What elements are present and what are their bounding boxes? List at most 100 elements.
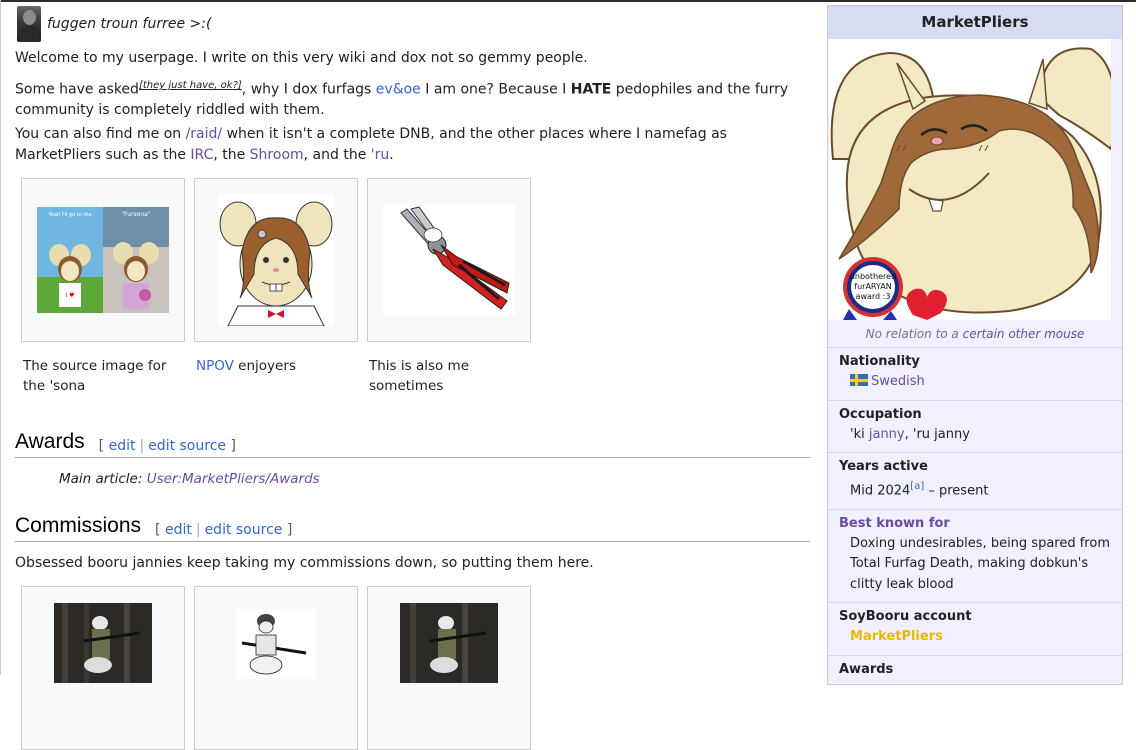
ev-oe-link[interactable]: ev&oe (376, 82, 421, 98)
infobox-row-years-active: Years active Mid 2024[a] – present (828, 452, 1122, 509)
awards-edit-section: [ edit | edit source ] (99, 438, 236, 456)
janny-link[interactable]: janny (869, 427, 905, 442)
irc-link[interactable]: IRC (190, 147, 213, 163)
occupation-text-b: , 'ru janny (904, 426, 970, 442)
commission-thumb-2[interactable] (194, 586, 358, 750)
infobox-row-awards: Awards (828, 654, 1122, 684)
badge-line-1: unbothered (850, 272, 896, 281)
gallery-caption-source: The source image for the 'sona (23, 358, 167, 394)
gallery-item (194, 586, 367, 750)
awards-edit-link[interactable]: edit (109, 438, 136, 454)
soybooru-account-link[interactable]: MarketPliers (839, 627, 1111, 648)
npov-link[interactable]: NPOV (196, 358, 234, 374)
soybooru-label: SoyBooru account (839, 609, 972, 625)
source-image-text-left: Yeah I'll go to the (47, 212, 91, 218)
main-article-label: Main article: (59, 471, 147, 487)
occupation-text-a: 'ki (850, 426, 869, 442)
awards-title: Awards (15, 430, 85, 453)
gallery-item: NPOV enjoyers (194, 178, 367, 396)
gallery-commissions (21, 586, 540, 750)
p3-text-a: You can also find me on (15, 126, 186, 142)
npov-mouse-image (218, 194, 334, 326)
commissions-title: Commissions (15, 514, 142, 537)
commission-thumb-1[interactable] (21, 586, 185, 750)
infobox-caption: No relation to a certain other mouse (828, 320, 1122, 347)
commissions-edit-section: [ edit | edit source ] (155, 522, 292, 540)
infobox-row-best-known-for: Best known for Doxing undesirables, bein… (828, 508, 1122, 603)
left-border (0, 0, 1, 675)
years-active-label: Years active (839, 459, 928, 474)
ru-link[interactable]: 'ru (371, 147, 389, 163)
gallery-item (21, 586, 194, 750)
commission-image-3 (400, 603, 498, 683)
main-article-hatnote: Main article: User:MarketPliers/Awards (59, 471, 320, 487)
p3-text-e: . (389, 146, 394, 163)
p2-text-c: I am one? Because I (420, 81, 571, 98)
infobox-title: MarketPliers (828, 6, 1122, 39)
badge-line-2: furARYAN (854, 282, 891, 291)
caption-text: No relation to a (865, 327, 963, 341)
swedish-link[interactable]: Swedish (871, 374, 925, 389)
svg-text:I ♥: I ♥ (65, 292, 74, 299)
badge-line-3: award :3 (856, 292, 891, 301)
gallery-thumb-source[interactable]: Yeah I'll go to the "Fursona" I ♥ (21, 178, 185, 342)
infobox-row-occupation: Occupation 'ki janny, 'ru janny (828, 399, 1122, 453)
occupation-label: Occupation (839, 406, 922, 422)
gallery-item (367, 586, 540, 750)
infobox: MarketPliers unbothered furARYAN award:… (827, 5, 1123, 685)
p2-text-b: , why I dox furfags (241, 81, 376, 98)
nationality-value: Swedish (839, 372, 1111, 393)
edit-separator: | (139, 438, 145, 454)
best-known-for-label[interactable]: Best known for (839, 516, 1111, 532)
bracket-open: [ (98, 438, 105, 454)
infobox-image[interactable]: unbothered furARYAN award :3 (829, 39, 1111, 320)
commission-image-1 (54, 603, 152, 683)
edit-separator: | (195, 522, 201, 538)
swedish-flag-icon (850, 374, 868, 386)
footnote-a-link[interactable]: [a] (910, 481, 924, 492)
source-image-text-right: "Fursona" (121, 211, 150, 218)
gallery-sona: Yeah I'll go to the "Fursona" I ♥ The so… (21, 178, 540, 396)
awards-edit-source-link[interactable]: edit source (148, 438, 226, 454)
infobox-row-nationality: Nationality Swedish (828, 347, 1122, 400)
userbox-header: fuggen troun furree >:( (17, 6, 211, 42)
gallery-caption-pliers: This is also me sometimes (369, 358, 470, 394)
commission-image-2 (236, 609, 316, 679)
infobox-awards-label: Awards (839, 661, 894, 677)
intro-paragraph-3: You can also find me on /raid/ when it i… (15, 124, 810, 165)
p3-text-d: , and the (303, 146, 371, 163)
bracket-close: ] (286, 522, 293, 538)
gallery-caption-npov: NPOV enjoyers (194, 356, 356, 376)
shroom-link[interactable]: Shroom (250, 147, 304, 163)
occupation-value: 'ki janny, 'ru janny (839, 425, 1111, 446)
commissions-edit-link[interactable]: edit (165, 522, 192, 538)
header-text: fuggen troun furree >:( (47, 16, 212, 32)
bracket-close: ] (230, 438, 236, 454)
p2-text-a: Some have asked (15, 81, 139, 98)
commissions-edit-source-link[interactable]: edit source (205, 522, 283, 538)
main-article-link[interactable]: User:MarketPliers/Awards (147, 471, 320, 487)
years-text-b: – present (924, 483, 989, 499)
they-just-have-note[interactable]: [they just have, ok?] (139, 80, 242, 91)
pliers-image (383, 205, 515, 315)
awards-heading: Awards [ edit | edit source ] (15, 428, 810, 458)
intro-paragraph-1: Welcome to my userpage. I write on this … (15, 50, 588, 66)
gallery-item: Yeah I'll go to the "Fursona" I ♥ The so… (21, 178, 194, 396)
certain-other-mouse-link[interactable]: certain other mouse (963, 327, 1085, 341)
fursona-image: unbothered furARYAN award :3 (829, 39, 1111, 320)
gallery-thumb-npov[interactable] (194, 178, 358, 342)
commission-thumb-3[interactable] (367, 586, 531, 750)
gallery-thumb-pliers[interactable] (367, 178, 531, 342)
years-text-a: Mid 2024 (850, 483, 911, 499)
source-image: Yeah I'll go to the "Fursona" I ♥ (37, 207, 169, 313)
nationality-label: Nationality (839, 354, 920, 369)
commissions-heading: Commissions [ edit | edit source ] (15, 512, 810, 542)
top-border (0, 0, 1136, 2)
raid-link[interactable]: /raid/ (186, 126, 223, 142)
intro-paragraph-2: Some have asked[they just have, ok?], wh… (15, 76, 810, 121)
best-known-for-value: Doxing undesirables, being spared from T… (850, 535, 1110, 592)
hate-bold: HATE (570, 81, 612, 98)
bracket-open: [ (155, 522, 161, 538)
p3-text-c: , the (213, 146, 250, 163)
infobox-row-soybooru: SoyBooru account MarketPliers (828, 602, 1122, 655)
